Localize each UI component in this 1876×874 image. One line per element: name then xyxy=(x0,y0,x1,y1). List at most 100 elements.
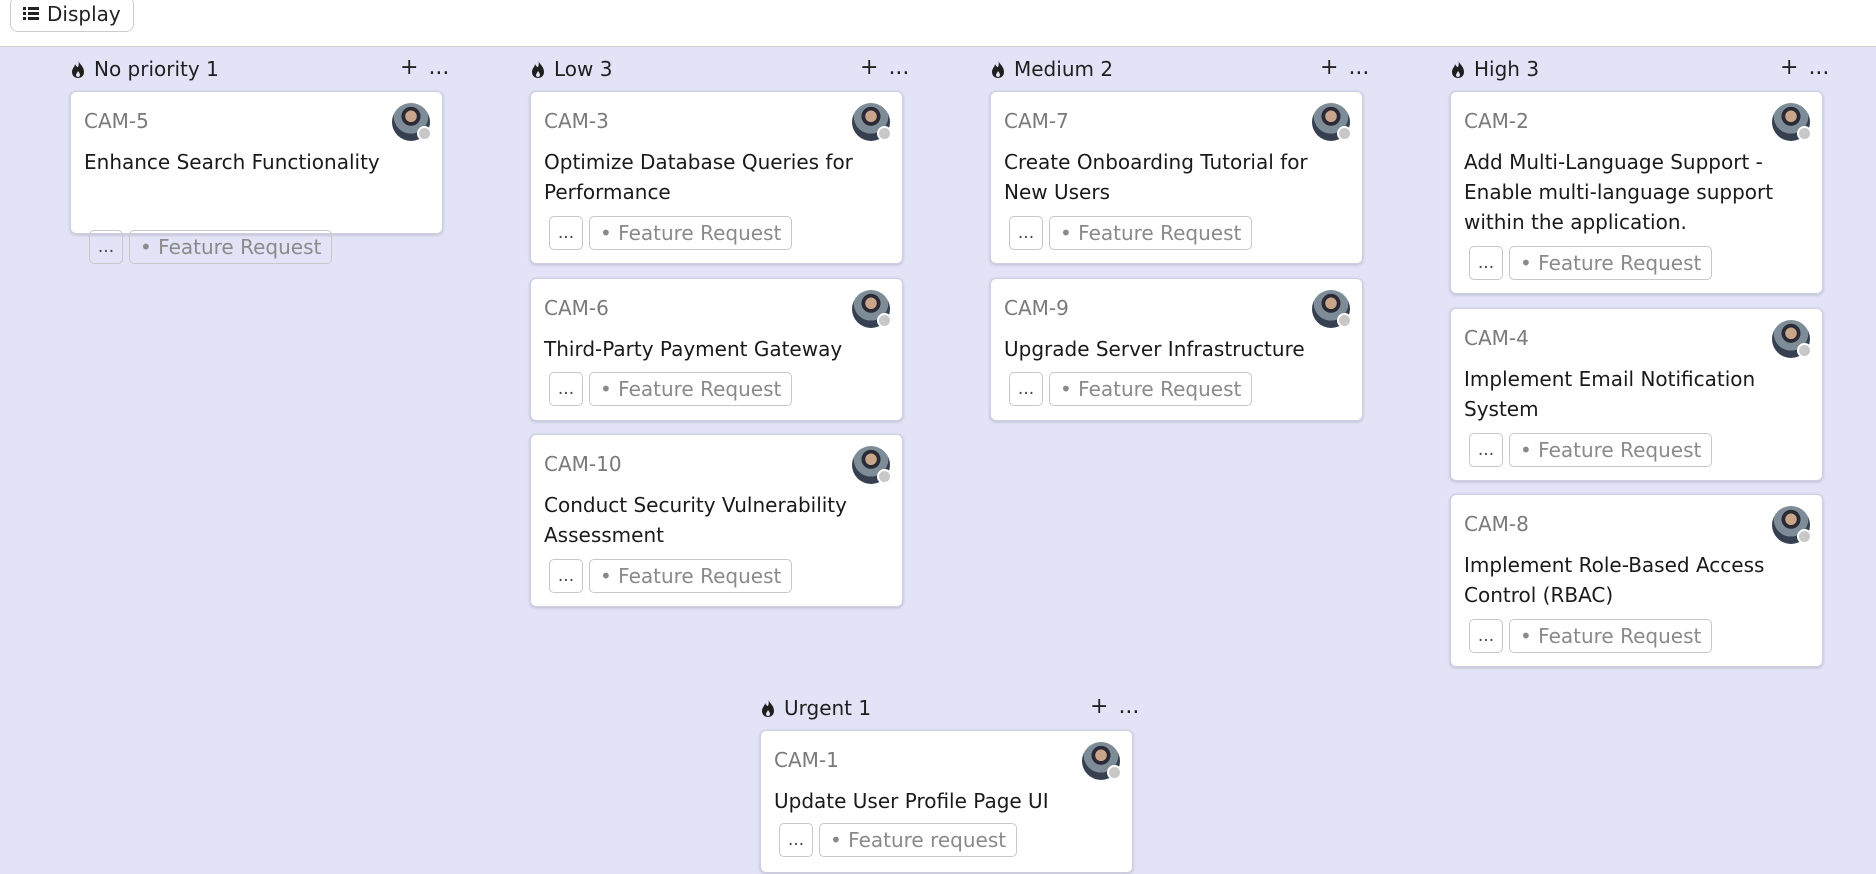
issue-card[interactable]: CAM-10 Conduct Security Vulnerability As… xyxy=(530,434,903,607)
issue-tags: ... • Feature Request xyxy=(1009,216,1253,250)
issue-tags: ... • Feature Request xyxy=(549,372,793,406)
issue-title: Third-Party Payment Gateway xyxy=(544,337,843,361)
issue-card[interactable]: CAM-9 Upgrade Server Infrastructure ... … xyxy=(990,278,1363,421)
column-actions: + ... xyxy=(1320,52,1369,82)
label-tag[interactable]: • Feature Request xyxy=(589,559,793,593)
assignee-avatar[interactable] xyxy=(852,446,892,484)
tag-more-button[interactable]: ... xyxy=(1009,216,1043,250)
label-tag[interactable]: • Feature Request xyxy=(1049,372,1253,406)
issue-card[interactable]: CAM-7 Create Onboarding Tutorial for New… xyxy=(990,91,1363,264)
column-label: Urgent xyxy=(784,696,853,720)
column-actions: + ... xyxy=(860,52,909,82)
assignee-avatar[interactable] xyxy=(1772,320,1812,358)
column-header-urgent: Urgent 1 xyxy=(760,693,871,723)
issue-title: Create Onboarding Tutorial for New Users xyxy=(1004,150,1308,204)
column-label: Medium xyxy=(1014,57,1094,81)
add-card-button[interactable]: + xyxy=(1320,55,1338,80)
flame-icon xyxy=(72,60,84,78)
label-tag[interactable]: • Feature request xyxy=(819,823,1018,857)
label-tag[interactable]: • Feature Request xyxy=(1049,216,1253,250)
column-more-button[interactable]: ... xyxy=(428,55,449,80)
issue-id: CAM-3 xyxy=(544,109,609,133)
issue-id: CAM-8 xyxy=(1464,512,1529,536)
tag-more-button[interactable]: ... xyxy=(549,559,583,593)
label-tag[interactable]: • Feature Request xyxy=(1509,246,1713,280)
issue-card[interactable]: CAM-1 Update User Profile Page UI ... • … xyxy=(760,730,1133,873)
list-icon xyxy=(23,7,39,21)
issue-id: CAM-7 xyxy=(1004,109,1069,133)
column-more-button[interactable]: ... xyxy=(1808,55,1829,80)
issue-card[interactable]: CAM-6 Third-Party Payment Gateway ... • … xyxy=(530,278,903,421)
tag-more-button[interactable]: ... xyxy=(1469,246,1503,280)
add-card-button[interactable]: + xyxy=(1090,694,1108,719)
issue-title: Upgrade Server Infrastructure xyxy=(1004,337,1305,361)
issue-title: Update User Profile Page UI xyxy=(774,789,1049,813)
column-label: High xyxy=(1474,57,1520,81)
tag-more-button[interactable]: ... xyxy=(549,216,583,250)
issue-id: CAM-10 xyxy=(544,452,622,476)
column-actions: + ... xyxy=(1780,52,1829,82)
issue-tags: ... • Feature Request xyxy=(1469,246,1713,280)
column-header-no-priority: No priority 1 xyxy=(70,54,219,84)
issue-id: CAM-1 xyxy=(774,748,839,772)
issue-tags: ... • Feature Request xyxy=(1469,433,1713,467)
column-count: 1 xyxy=(206,57,219,81)
issue-tags: ... • Feature Request xyxy=(549,559,793,593)
issue-card[interactable]: CAM-8 Implement Role-Based Access Contro… xyxy=(1450,494,1823,667)
flame-icon xyxy=(1452,60,1464,78)
tag-more-button[interactable]: ... xyxy=(549,372,583,406)
issue-tags: ... • Feature Request xyxy=(89,230,333,264)
tag-more-button[interactable]: ... xyxy=(1009,372,1043,406)
column-actions: + ... xyxy=(1090,691,1139,721)
label-tag[interactable]: • Feature Request xyxy=(1509,619,1713,653)
flame-icon xyxy=(532,60,544,78)
issue-tags: ... • Feature request xyxy=(779,823,1018,857)
tag-more-button[interactable]: ... xyxy=(779,823,813,857)
issue-title: Implement Role-Based Access Control (RBA… xyxy=(1464,553,1765,607)
label-tag[interactable]: • Feature Request xyxy=(589,372,793,406)
issue-card[interactable]: CAM-2 Add Multi-Language Support - Enabl… xyxy=(1450,91,1823,294)
column-count: 3 xyxy=(1526,57,1540,81)
label-tag[interactable]: • Feature Request xyxy=(589,216,793,250)
assignee-avatar[interactable] xyxy=(392,103,432,141)
assignee-avatar[interactable] xyxy=(1312,290,1352,328)
assignee-avatar[interactable] xyxy=(1312,103,1352,141)
assignee-avatar[interactable] xyxy=(852,290,892,328)
flame-icon xyxy=(992,60,1004,78)
column-more-button[interactable]: ... xyxy=(1348,55,1369,80)
column-header-high: High 3 xyxy=(1450,54,1539,84)
column-label: No priority xyxy=(94,57,200,81)
tag-more-button[interactable]: ... xyxy=(1469,433,1503,467)
column-more-button[interactable]: ... xyxy=(1118,694,1139,719)
issue-tags: ... • Feature Request xyxy=(549,216,793,250)
add-card-button[interactable]: + xyxy=(400,55,418,80)
assignee-avatar[interactable] xyxy=(852,103,892,141)
column-more-button[interactable]: ... xyxy=(888,55,909,80)
issue-id: CAM-4 xyxy=(1464,326,1529,350)
issue-card[interactable]: CAM-3 Optimize Database Queries for Perf… xyxy=(530,91,903,264)
assignee-avatar[interactable] xyxy=(1772,103,1812,141)
tag-more-button[interactable]: ... xyxy=(89,230,123,264)
issue-id: CAM-5 xyxy=(84,109,149,133)
add-card-button[interactable]: + xyxy=(860,55,878,80)
display-button[interactable]: Display xyxy=(10,0,134,32)
add-card-button[interactable]: + xyxy=(1780,55,1798,80)
issue-title: Implement Email Notification System xyxy=(1464,367,1756,421)
flame-icon xyxy=(762,699,774,717)
issue-id: CAM-2 xyxy=(1464,109,1529,133)
issue-title: Add Multi-Language Support - Enable mult… xyxy=(1464,150,1774,234)
issue-card[interactable]: CAM-5 Enhance Search Functionality ... •… xyxy=(70,91,443,264)
assignee-avatar[interactable] xyxy=(1772,506,1812,544)
issue-title: Conduct Security Vulnerability Assessmen… xyxy=(544,493,847,547)
label-tag[interactable]: • Feature Request xyxy=(1509,433,1713,467)
tag-more-button[interactable]: ... xyxy=(1469,619,1503,653)
label-tag[interactable]: • Feature Request xyxy=(129,230,333,264)
column-header-low: Low 3 xyxy=(530,54,612,84)
column-count: 2 xyxy=(1100,57,1114,81)
column-actions: + ... xyxy=(400,52,449,82)
column-header-medium: Medium 2 xyxy=(990,54,1113,84)
issue-title: Optimize Database Queries for Performanc… xyxy=(544,150,853,204)
assignee-avatar[interactable] xyxy=(1082,742,1122,780)
display-button-label: Display xyxy=(47,2,121,26)
issue-card[interactable]: CAM-4 Implement Email Notification Syste… xyxy=(1450,308,1823,481)
